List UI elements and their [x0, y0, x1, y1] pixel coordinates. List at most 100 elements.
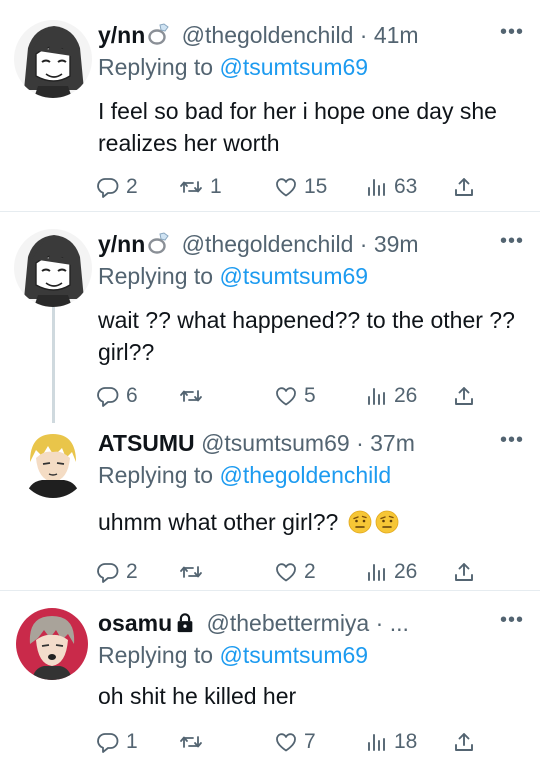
grey-hair-boy-avatar-icon [16, 608, 88, 680]
more-options-icon[interactable]: ••• [500, 430, 524, 450]
tweet-actions: 2 1 15 63 [96, 173, 496, 201]
tweet-text: I feel so bad for her i hope one day she… [98, 98, 497, 156]
tweet-2[interactable]: y/nn @thegoldenchild · 39m ••• Replying … [0, 229, 540, 419]
handle[interactable]: @thebettermiya [207, 610, 370, 636]
mention-link[interactable]: @tsumtsum69 [219, 54, 368, 80]
divider [0, 211, 540, 212]
anime-girl-avatar-icon [14, 229, 92, 307]
view-count: 18 [394, 730, 418, 753]
replying-to: Replying to @tsumtsum69 [98, 52, 368, 82]
handle[interactable]: @tsumtsum69 [201, 430, 350, 456]
like-count: 5 [304, 384, 316, 407]
tweet-text: uhmm what other girl?? [98, 509, 339, 535]
reply-count: 2 [126, 175, 138, 198]
views-button[interactable]: 63 [364, 173, 417, 201]
like-button[interactable]: 15 [274, 173, 327, 201]
avatar[interactable] [16, 608, 88, 680]
view-count: 63 [394, 175, 418, 198]
heart-icon [274, 384, 298, 408]
share-button[interactable] [452, 382, 476, 410]
retweet-icon [178, 175, 204, 199]
tweet-1[interactable]: y/nn @thegoldenchild · 41m ••• Replying … [0, 20, 540, 210]
share-icon [452, 175, 476, 199]
more-options-icon[interactable]: ••• [500, 610, 524, 630]
tweet-actions: 1 7 18 [96, 728, 496, 756]
retweet-icon [178, 384, 204, 408]
separator-dot: · [359, 22, 368, 48]
reply-icon [96, 730, 120, 754]
handle[interactable]: @thegoldenchild [182, 22, 354, 48]
like-button[interactable]: 5 [274, 382, 316, 410]
retweet-button[interactable]: 1 [178, 173, 222, 201]
tweet-actions: 2 2 26 [96, 558, 496, 586]
share-button[interactable] [452, 728, 476, 756]
tweet-text-row: uhmm what other girl?? [98, 506, 520, 538]
retweet-button[interactable] [178, 558, 210, 586]
views-button[interactable]: 26 [364, 382, 417, 410]
display-name[interactable]: y/nn [98, 231, 145, 257]
share-icon [452, 384, 476, 408]
display-name[interactable]: osamu [98, 610, 172, 636]
display-name[interactable]: y/nn [98, 22, 145, 48]
share-button[interactable] [452, 173, 476, 201]
views-button[interactable]: 18 [364, 728, 417, 756]
avatar[interactable] [18, 428, 88, 498]
tweet-3[interactable]: ATSUMU @tsumtsum69 · 37m ••• Replying to… [0, 428, 540, 588]
like-button[interactable]: 7 [274, 728, 316, 756]
timestamp[interactable]: 37m [370, 430, 415, 456]
view-count: 26 [394, 384, 418, 407]
blond-boy-avatar-icon [18, 428, 88, 498]
tweet-text: wait ?? what happened?? to the other ?? … [98, 307, 515, 365]
share-icon [452, 730, 476, 754]
heart-icon [274, 560, 298, 584]
more-options-icon[interactable]: ••• [500, 231, 524, 251]
share-button[interactable] [452, 558, 476, 586]
avatar[interactable] [14, 20, 92, 98]
retweet-button[interactable] [178, 382, 210, 410]
views-icon [364, 384, 388, 408]
tweet-4[interactable]: osamu @thebettermiya · ... ••• Replying … [0, 608, 540, 760]
tweet-header: ATSUMU @tsumtsum69 · 37m [98, 428, 504, 458]
separator-dot: · [356, 430, 364, 456]
handle[interactable]: @thegoldenchild [182, 231, 354, 257]
retweet-icon [178, 730, 204, 754]
views-icon [364, 730, 388, 754]
mention-link[interactable]: @tsumtsum69 [219, 263, 368, 289]
separator-dot: · [375, 610, 384, 636]
lock-icon [174, 612, 196, 634]
reply-button[interactable]: 2 [96, 558, 138, 586]
share-icon [452, 560, 476, 584]
retweet-count: 1 [210, 175, 222, 198]
timestamp[interactable]: ... [390, 610, 409, 636]
ring-icon [147, 231, 171, 255]
replying-to-label: Replying to [98, 54, 214, 80]
more-options-icon[interactable]: ••• [500, 22, 524, 42]
retweet-button[interactable] [178, 728, 210, 756]
avatar[interactable] [14, 229, 92, 307]
tweet-text: oh shit he killed her [98, 683, 297, 709]
replying-to-label: Replying to [98, 263, 214, 289]
tweet-header: osamu @thebettermiya · ... [98, 608, 504, 638]
display-name[interactable]: ATSUMU [98, 430, 195, 456]
replying-to: Replying to @tsumtsum69 [98, 640, 368, 670]
heart-icon [274, 175, 298, 199]
anime-girl-avatar-icon [14, 20, 92, 98]
reply-button[interactable]: 1 [96, 728, 138, 756]
reply-button[interactable]: 6 [96, 382, 138, 410]
timestamp[interactable]: 41m [374, 22, 419, 48]
mention-link[interactable]: @tsumtsum69 [219, 642, 368, 668]
reply-icon [96, 175, 120, 199]
mention-link[interactable]: @thegoldenchild [219, 462, 391, 488]
ring-icon [147, 22, 171, 46]
like-count: 15 [304, 175, 328, 198]
heart-icon [274, 730, 298, 754]
view-count: 26 [394, 560, 418, 583]
timestamp[interactable]: 39m [374, 231, 419, 257]
reply-button[interactable]: 2 [96, 173, 138, 201]
views-button[interactable]: 26 [364, 558, 417, 586]
reply-icon [96, 384, 120, 408]
reply-count: 2 [126, 560, 138, 583]
like-button[interactable]: 2 [274, 558, 316, 586]
tweet-header: y/nn @thegoldenchild · 39m [98, 229, 504, 259]
replying-to: Replying to @thegoldenchild [98, 460, 391, 490]
